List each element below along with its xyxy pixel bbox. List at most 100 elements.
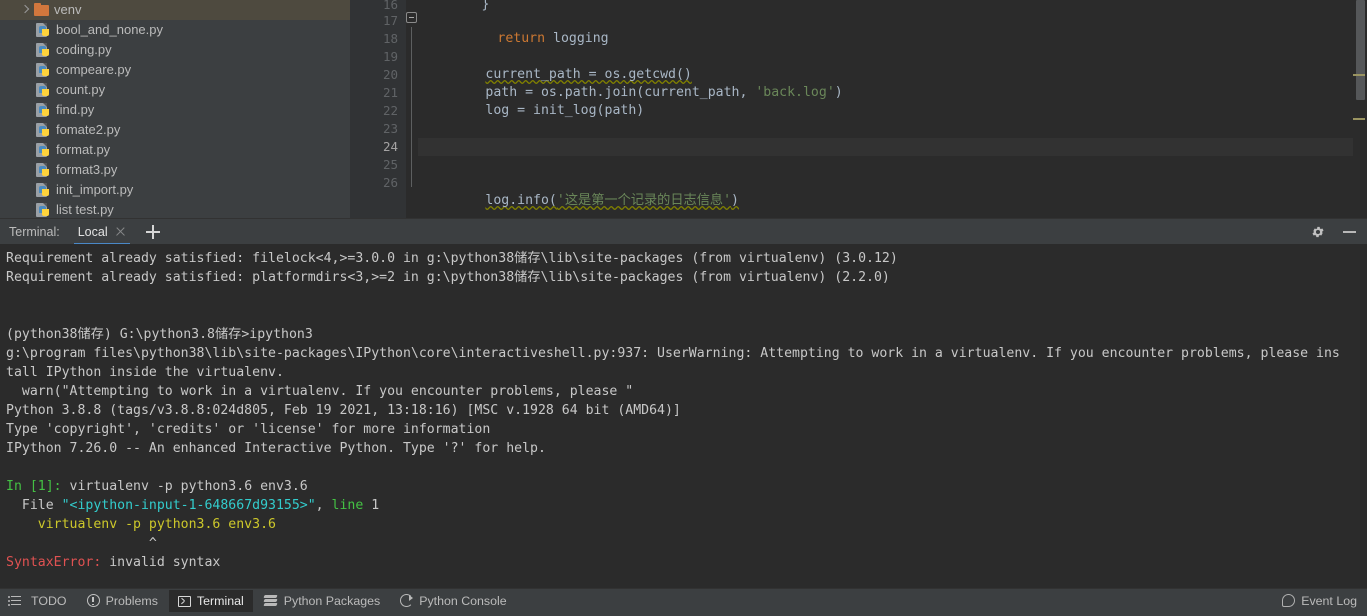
python-file-icon [36, 42, 51, 58]
editor-warning-marker[interactable] [1353, 118, 1365, 120]
terminal-line: Type 'copyright', 'credits' or 'license'… [6, 422, 491, 437]
terminal-output[interactable]: Requirement already satisfied: filelock<… [0, 244, 1367, 588]
line-number: 17 [382, 13, 398, 28]
tree-item-file[interactable]: coding.py [0, 40, 350, 60]
clipped-bottom-strip [0, 612, 1367, 616]
terminal-actions [1311, 225, 1367, 239]
minimize-icon[interactable] [1343, 230, 1356, 233]
terminal-line: IPython 7.26.0 -- An enhanced Interactiv… [6, 441, 546, 456]
editor-scrollbar[interactable] [1353, 0, 1367, 218]
console-icon [400, 594, 414, 607]
tree-item-file[interactable]: list test.py [0, 200, 350, 218]
editor-scrollbar-thumb[interactable] [1356, 0, 1365, 100]
error-message: invalid syntax [101, 555, 221, 570]
tree-item-file[interactable]: format3.py [0, 160, 350, 180]
line-number: 19 [382, 49, 398, 64]
event-log-label[interactable]: Event Log [1301, 594, 1357, 608]
python-file-icon [36, 182, 51, 198]
terminal-line: tall IPython inside the virtualenv. [6, 365, 284, 380]
status-tab-python-console[interactable]: Python Console [391, 590, 515, 612]
problems-icon [86, 594, 100, 607]
line-number: 26 [382, 175, 398, 190]
code-line-21: log = init_log(path) [485, 103, 645, 118]
terminal-tab-local[interactable]: Local [73, 219, 130, 245]
code-editor[interactable]: 16 17 18 19 20 21 22 23 24 25 26 } retur… [350, 0, 1367, 218]
balloon-icon [1282, 594, 1296, 607]
top-area: venv bool_and_none.py coding.py compeare… [0, 0, 1367, 218]
tree-item-file[interactable]: count.py [0, 80, 350, 100]
plus-icon[interactable] [145, 224, 160, 239]
code-content[interactable]: } return logging current_path = os.getcw… [418, 0, 1348, 218]
editor-gutter: 16 17 18 19 20 21 22 23 24 25 26 [350, 0, 406, 218]
error-file-name: "<ipython-input-1-648667d93155>" [61, 498, 316, 513]
tree-item-label: find.py [56, 102, 95, 117]
project-tree[interactable]: venv bool_and_none.py coding.py compeare… [0, 0, 350, 218]
line-number: 21 [382, 85, 398, 100]
todo-icon [8, 594, 25, 608]
status-tab-python-packages[interactable]: Python Packages [255, 590, 389, 612]
terminal-line: warn("Attempting to work in a virtualenv… [6, 384, 634, 399]
terminal-error-caret: ^ [6, 536, 157, 551]
error-line-no: 1 [363, 498, 380, 513]
status-tab-problems[interactable]: Problems [78, 590, 167, 612]
status-tab-label: TODO [31, 593, 67, 608]
tree-item-file[interactable]: find.py [0, 100, 350, 120]
status-tab-label: Terminal [196, 593, 244, 608]
tree-item-label: format.py [56, 142, 111, 157]
python-file-icon [36, 102, 51, 118]
tree-item-label: compeare.py [56, 62, 132, 77]
close-icon[interactable] [115, 226, 126, 237]
error-line-kw: line [331, 498, 364, 513]
tree-item-label: bool_and_none.py [56, 22, 163, 37]
tree-item-file[interactable]: fomate2.py [0, 120, 350, 140]
chevron-right-icon[interactable] [18, 3, 32, 17]
tree-item-venv[interactable]: venv [0, 0, 350, 20]
tree-item-label: format3.py [56, 162, 118, 177]
tree-item-file[interactable]: format.py [0, 140, 350, 160]
tree-item-label: coding.py [56, 42, 112, 57]
tree-item-file[interactable]: init_import.py [0, 180, 350, 200]
editor-warning-marker[interactable] [1353, 74, 1365, 76]
python-file-icon [36, 122, 51, 138]
packages-icon [263, 594, 278, 608]
line-number: 18 [382, 31, 398, 46]
ipython-prompt-1: In [1]: [6, 479, 62, 494]
code-string-backlog: 'back.log' [755, 85, 835, 100]
tree-item-file[interactable]: bool_and_none.py [0, 20, 350, 40]
terminal-error-echo: virtualenv -p python3.6 env3.6 [6, 517, 276, 532]
terminal-error-msg-line: SyntaxError: invalid syntax [6, 553, 1367, 572]
error-type: SyntaxError: [6, 555, 102, 570]
terminal-line-prompt: (python38储存) G:\python3.8储存>ipython3 [6, 327, 313, 342]
fold-collapse-icon[interactable] [406, 12, 417, 23]
terminal-icon [177, 595, 191, 607]
terminal-title: Terminal: [9, 224, 60, 239]
folder-icon [34, 3, 49, 16]
python-file-icon [36, 142, 51, 158]
terminal-line: Python 3.8.8 (tags/v3.8.8:024d805, Feb 1… [6, 403, 681, 418]
gear-icon[interactable] [1311, 225, 1325, 239]
code-line-20-b: ) [834, 85, 843, 100]
tree-item-file[interactable]: compeare.py [0, 60, 350, 80]
tree-item-label: init_import.py [56, 182, 134, 197]
code-token-logging: logging [553, 31, 609, 46]
line-number: 20 [382, 67, 398, 82]
error-comma: , [315, 498, 332, 513]
code-line-26-a: log.info( [485, 193, 557, 208]
terminal-line: Requirement already satisfied: filelock<… [6, 251, 898, 266]
tree-item-label: venv [54, 2, 82, 17]
line-number: 23 [382, 121, 398, 136]
status-bar: TODO Problems Terminal Python Packages P… [0, 588, 1367, 612]
terminal-tab-label: Local [77, 224, 108, 239]
ipython-command-1: virtualenv -p python3.6 env3.6 [61, 479, 308, 494]
terminal-toolbar: Terminal: Local [0, 218, 1367, 245]
status-tab-label: Python Console [419, 593, 507, 608]
status-tab-todo[interactable]: TODO [2, 590, 76, 612]
python-file-icon [36, 162, 51, 178]
code-string-chinese: '这是第一个记录的日志信息' [556, 193, 732, 208]
line-number-current: 24 [382, 139, 398, 154]
python-file-icon [36, 62, 51, 78]
tree-item-label: fomate2.py [56, 122, 121, 137]
status-tab-terminal[interactable]: Terminal [168, 589, 253, 612]
